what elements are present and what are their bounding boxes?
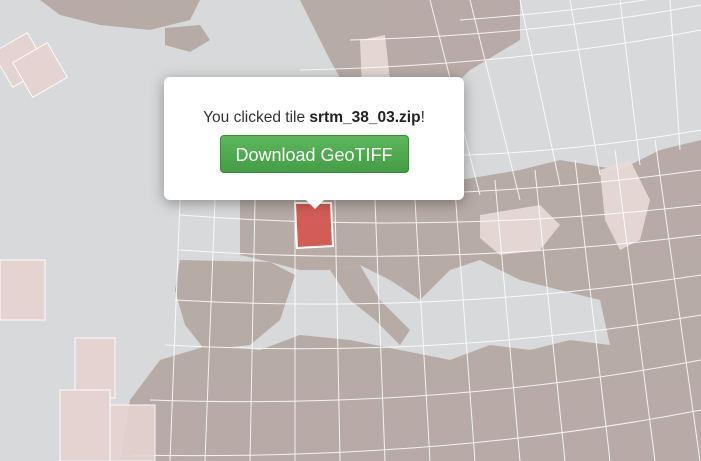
popup-message: You clicked tile srtm_38_03.zip! (164, 108, 464, 128)
selected-tile[interactable] (293, 202, 335, 250)
tile-left-3[interactable] (0, 259, 46, 321)
tile-left-5[interactable] (59, 389, 111, 461)
map-canvas[interactable]: You clicked tile srtm_38_03.zip! Downloa… (0, 0, 701, 461)
download-geotiff-button[interactable]: Download GeoTIFF (219, 135, 409, 173)
popup-text-suffix: ! (420, 109, 425, 126)
popup-text-prefix: You clicked tile (203, 109, 310, 126)
map-layer[interactable] (0, 0, 701, 461)
left-tiles[interactable] (0, 31, 156, 461)
tile-left-6[interactable] (109, 404, 156, 461)
tile-popup: You clicked tile srtm_38_03.zip! Downloa… (164, 77, 464, 209)
land-iberia (175, 260, 295, 350)
popup-tip (306, 200, 324, 209)
popup-tile-name: srtm_38_03.zip (309, 109, 421, 126)
tile-left-4[interactable] (74, 337, 116, 399)
land-iceland (165, 25, 210, 52)
land-greenland (40, 0, 200, 30)
